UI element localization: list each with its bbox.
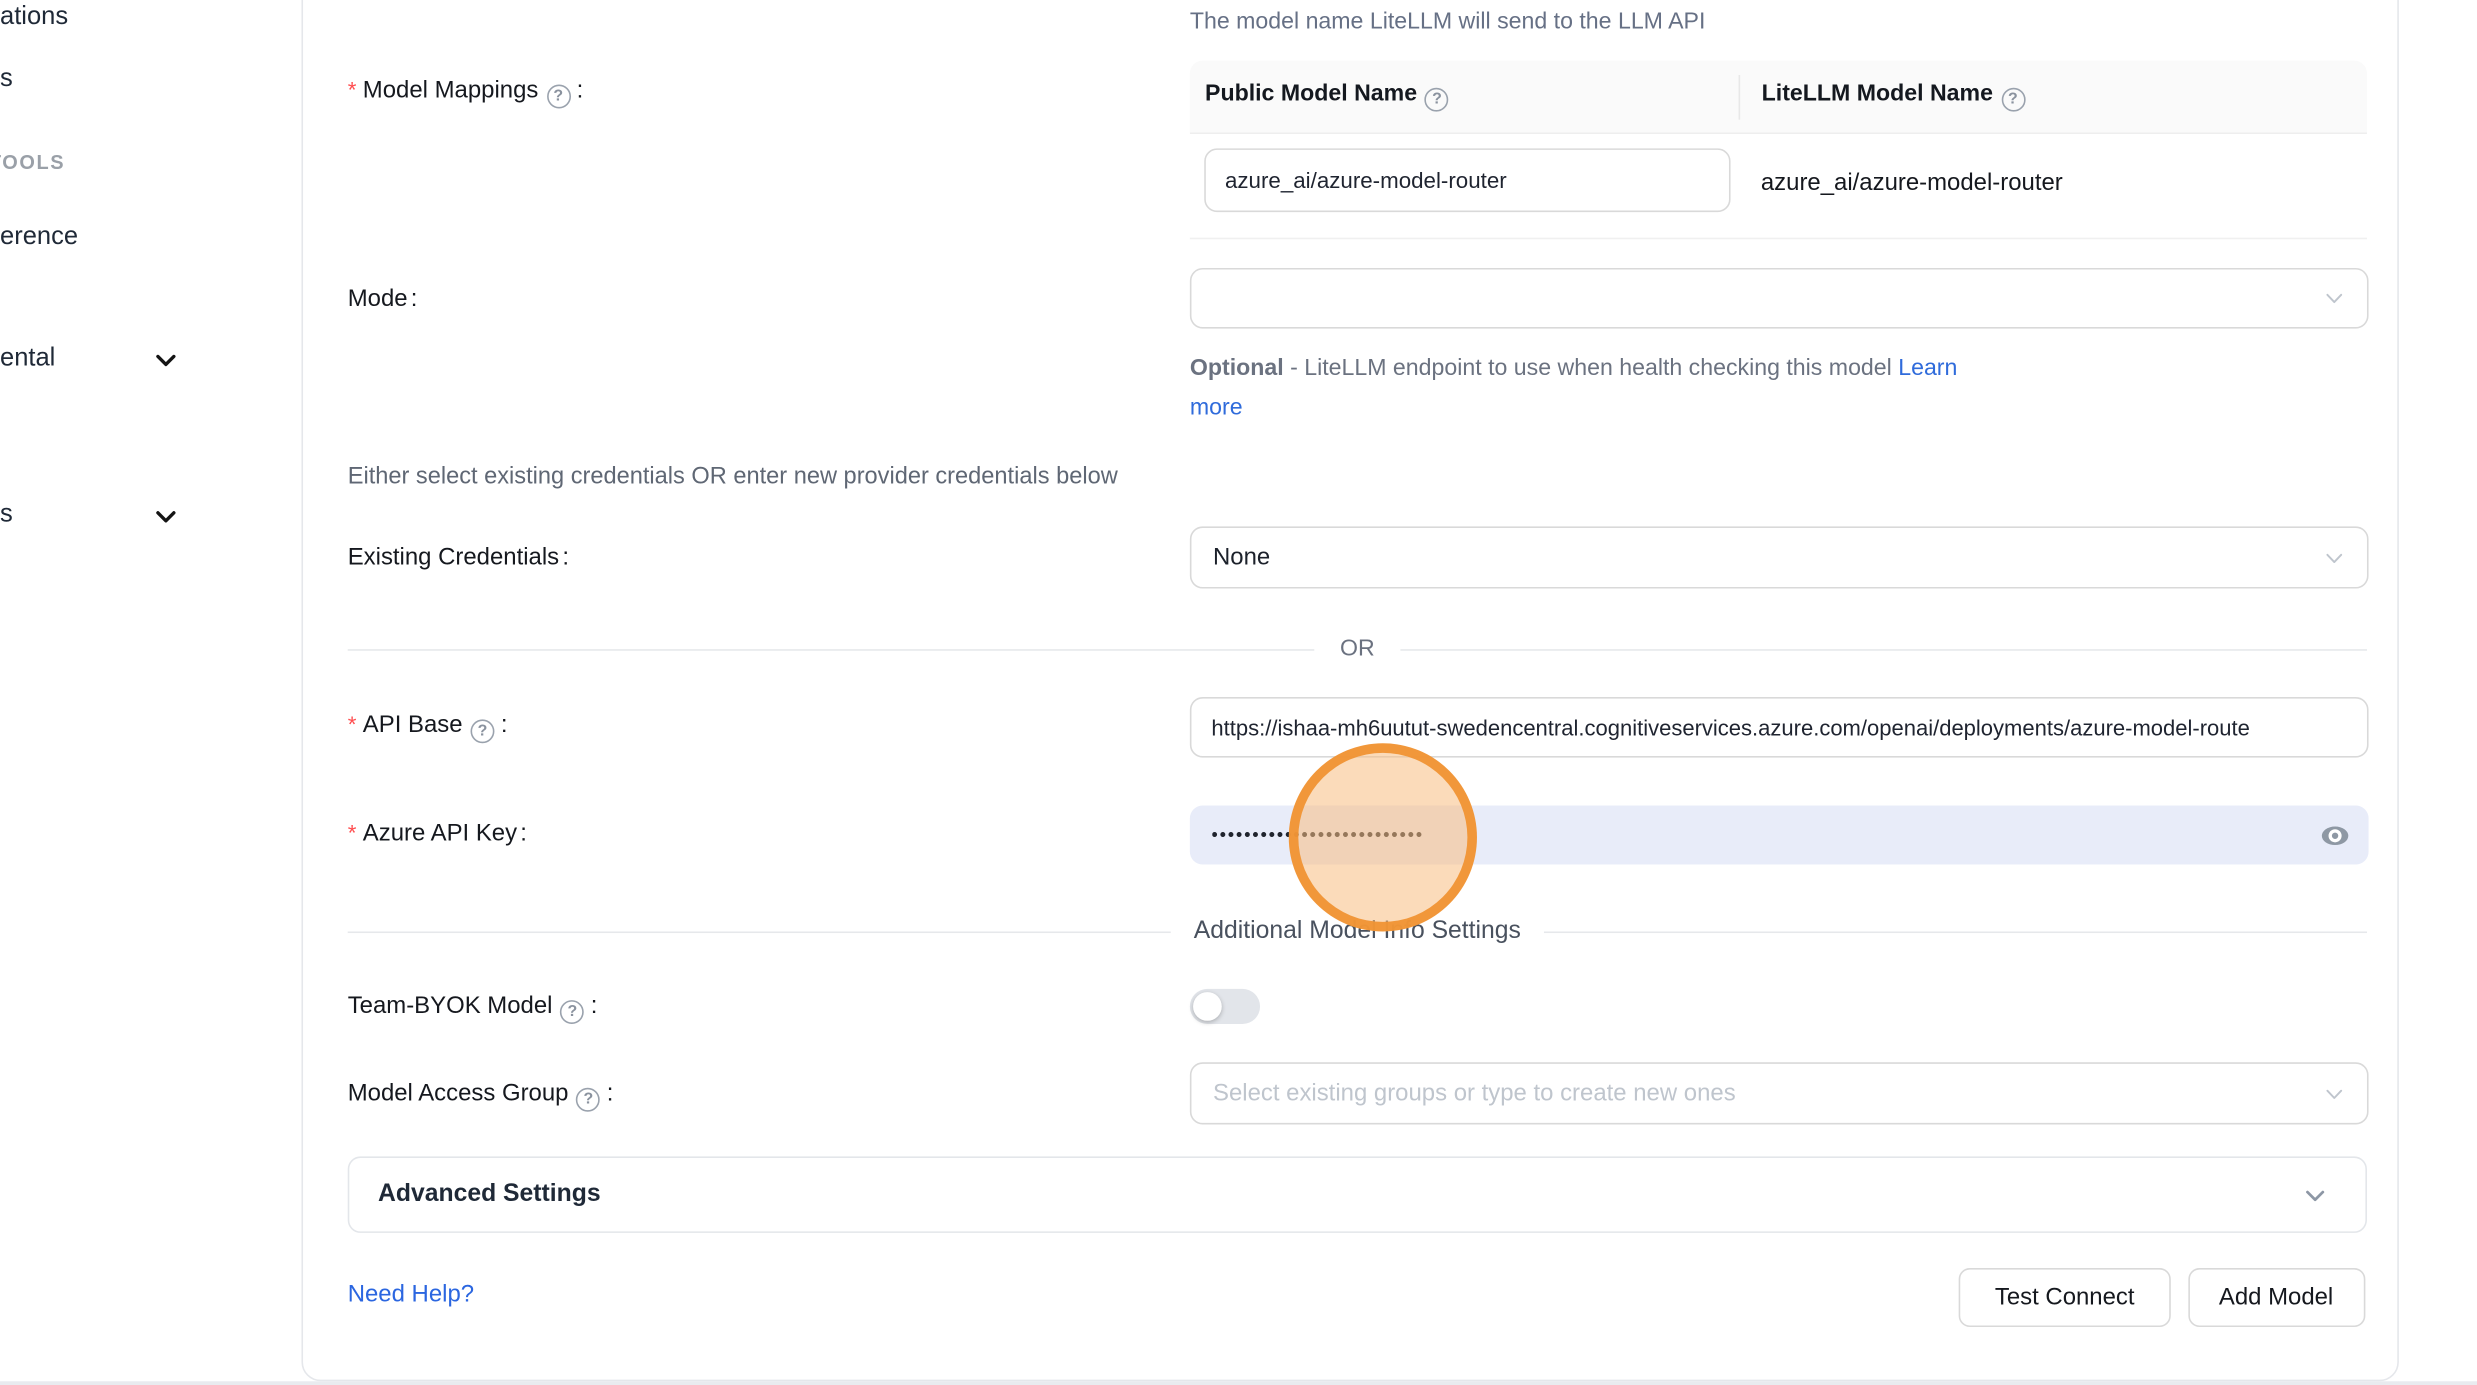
toggle-knob xyxy=(1192,992,1221,1021)
additional-settings-divider-text: Additional Model Info Settings xyxy=(1194,917,1521,946)
chevron-down-icon xyxy=(153,348,179,374)
header-column-divider xyxy=(1739,75,1741,120)
api-base-input[interactable] xyxy=(1189,697,2368,758)
sidebar-section-tools: TOOLS xyxy=(0,152,65,174)
test-connect-button[interactable]: Test Connect xyxy=(1959,1267,2171,1326)
model-mappings-label: *Model Mappings?: xyxy=(348,77,584,109)
required-asterisk: * xyxy=(348,711,357,737)
required-asterisk: * xyxy=(348,820,357,846)
add-model-button[interactable]: Add Model xyxy=(2188,1267,2365,1326)
sidebar-item-settings[interactable]: s xyxy=(0,501,13,530)
existing-credentials-label: Existing Credentials: xyxy=(348,544,569,571)
litellm-model-name-header: LiteLLM Model Name? xyxy=(1739,81,2028,111)
team-byok-toggle[interactable] xyxy=(1189,989,1259,1024)
chevron-down-icon xyxy=(2323,1083,2344,1104)
help-icon[interactable]: ? xyxy=(560,1000,584,1024)
sidebar-item-experimental[interactable]: ental xyxy=(0,345,55,374)
help-icon[interactable]: ? xyxy=(1425,88,1449,112)
sidebar-item-users[interactable]: s xyxy=(0,65,13,94)
azure-api-key-label: *Azure API Key: xyxy=(348,820,527,847)
help-icon[interactable]: ? xyxy=(2001,88,2025,112)
table-header-row: Public Model Name? LiteLLM Model Name? xyxy=(1189,61,2367,134)
advanced-settings-title: Advanced Settings xyxy=(378,1180,2303,1209)
chevron-down-icon xyxy=(153,504,179,530)
sidebar: ations s TOOLS erence ental s xyxy=(0,0,301,1385)
divider-line xyxy=(348,931,1172,933)
need-help-link[interactable]: Need Help? xyxy=(348,1281,474,1308)
credentials-note: Either select existing credentials OR en… xyxy=(348,464,1118,490)
sidebar-item-api-reference[interactable]: erence xyxy=(0,223,78,252)
litellm-model-name-tooltip-text: The model name LiteLLM will send to the … xyxy=(1190,10,1706,36)
azure-api-key-input[interactable]: •••••••••••••••••••••••••• xyxy=(1189,805,2368,864)
mode-help-text: Optional - LiteLLM endpoint to use when … xyxy=(1190,349,2019,429)
help-icon[interactable]: ? xyxy=(576,1088,600,1112)
divider-line xyxy=(1400,648,2367,650)
team-byok-label: Team-BYOK Model?: xyxy=(348,992,598,1024)
model-access-group-placeholder: Select existing groups or type to create… xyxy=(1213,1080,1736,1107)
required-asterisk: * xyxy=(348,77,357,103)
page: ations s TOOLS erence ental s The model … xyxy=(0,0,2477,1385)
masked-api-key-value: •••••••••••••••••••••••••• xyxy=(1211,825,2320,844)
api-base-label: *API Base?: xyxy=(348,711,508,743)
divider-line xyxy=(348,648,1315,650)
or-divider-text: OR xyxy=(1340,636,1375,662)
app-viewport: ations s TOOLS erence ental s The model … xyxy=(0,0,2477,1385)
or-divider: OR xyxy=(348,633,2367,665)
learn-more-link[interactable]: more xyxy=(1190,396,1243,422)
mode-select[interactable] xyxy=(1189,268,2368,329)
public-model-name-header: Public Model Name? xyxy=(1189,81,1739,111)
advanced-settings-panel[interactable]: Advanced Settings xyxy=(348,1156,2367,1233)
chevron-down-icon xyxy=(2303,1183,2327,1207)
table-row: azure_ai/azure-model-router xyxy=(1189,134,2367,239)
divider-line xyxy=(1543,931,2367,933)
model-access-group-select[interactable]: Select existing groups or type to create… xyxy=(1189,1062,2368,1124)
additional-settings-divider: Additional Model Info Settings xyxy=(348,916,2367,948)
public-model-name-input[interactable] xyxy=(1204,148,1730,212)
litellm-model-name-value: azure_ai/azure-model-router xyxy=(1761,169,2063,196)
mode-label: Mode: xyxy=(348,286,418,313)
page-background-strip xyxy=(0,1381,2477,1385)
existing-credentials-select[interactable]: None xyxy=(1189,526,2368,588)
model-access-group-label: Model Access Group?: xyxy=(348,1080,614,1112)
help-icon[interactable]: ? xyxy=(546,85,570,109)
learn-more-link[interactable]: Learn xyxy=(1898,356,1957,382)
existing-credentials-value: None xyxy=(1213,544,1270,571)
sidebar-item-organizations[interactable]: ations xyxy=(0,3,68,32)
eye-icon[interactable] xyxy=(2320,822,2349,848)
chevron-down-icon xyxy=(2323,547,2344,568)
chevron-down-icon xyxy=(2323,288,2344,309)
help-icon[interactable]: ? xyxy=(471,719,495,743)
model-mappings-table: Public Model Name? LiteLLM Model Name? a… xyxy=(1189,61,2367,240)
